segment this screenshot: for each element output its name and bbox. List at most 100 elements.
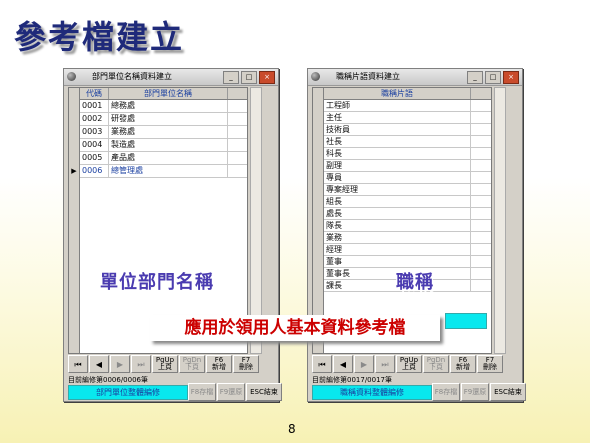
cell-title[interactable]: 工程師 [324, 100, 471, 111]
cell-code[interactable]: 0005 [80, 152, 109, 164]
job-title-label: 職稱 [396, 272, 434, 293]
cell-title[interactable]: 科長 [324, 148, 471, 159]
add-button[interactable]: F6 新增 [206, 355, 232, 373]
cell-title[interactable]: 董事 [324, 256, 471, 267]
data-grid[interactable]: 代碼 部門單位名稱 0001 總務處 0002 研發處 0003 業務處 0004 製造處 00… [68, 87, 248, 354]
minimize-button[interactable]: _ [467, 71, 483, 84]
maximize-button[interactable]: □ [241, 71, 257, 84]
cell-name[interactable]: 研發處 [109, 113, 228, 125]
teal-highlight-box [445, 313, 487, 329]
last-record-button[interactable]: ⏭ [131, 355, 151, 373]
table-row[interactable]: 處長 [324, 208, 491, 220]
cell-title[interactable]: 副理 [324, 160, 471, 171]
window-title: 職稱片語資料建立 [336, 72, 400, 81]
table-row[interactable]: 0002 研發處 [80, 113, 247, 126]
table-row[interactable]: 0003 業務處 [80, 126, 247, 139]
row-indicator-column [313, 88, 324, 353]
usage-banner-text: 應用於領用人基本資料參考檔 [184, 318, 406, 338]
exit-button[interactable]: ESC結束 [490, 383, 526, 401]
cell-name[interactable]: 業務處 [109, 126, 228, 138]
page-up-button[interactable]: PgUp 上頁 [396, 355, 422, 373]
table-row[interactable]: 社長 [324, 136, 491, 148]
prev-record-button[interactable]: ◀ [333, 355, 353, 373]
save-button[interactable]: F8存檔 [432, 383, 460, 401]
column-header-name[interactable]: 部門單位名稱 [109, 88, 228, 99]
cell-title[interactable]: 社長 [324, 136, 471, 147]
cell-title[interactable]: 處長 [324, 208, 471, 219]
vertical-scrollbar[interactable] [494, 87, 506, 354]
table-row[interactable]: 主任 [324, 112, 491, 124]
page-down-button[interactable]: PgDn 下頁 [423, 355, 449, 373]
cell-title[interactable]: 技術員 [324, 124, 471, 135]
table-row[interactable]: 經理 [324, 244, 491, 256]
table-row[interactable]: 專案經理 [324, 184, 491, 196]
table-row[interactable]: 0006 總管理處 [80, 165, 247, 178]
table-row[interactable]: 業務 [324, 232, 491, 244]
table-row[interactable]: 工程師 [324, 100, 491, 112]
cell-code[interactable]: 0003 [80, 126, 109, 138]
title-bar: 部門單位名稱資料建立 _ □ × [64, 69, 278, 86]
cell-code[interactable]: 0006 [80, 165, 109, 177]
cell-title[interactable]: 業務 [324, 232, 471, 243]
footer-label: 職稱資料整體編修 [312, 385, 432, 400]
navigation-bar: ⏮ ◀ ▶ ⏭ PgUp 上頁 PgDn 下頁 F6 新增 F7 刪除 [312, 355, 503, 373]
cell-name[interactable]: 產品處 [109, 152, 228, 164]
last-record-button[interactable]: ⏭ [375, 355, 395, 373]
table-row[interactable]: 組長 [324, 196, 491, 208]
delete-button[interactable]: F7 刪除 [477, 355, 503, 373]
page-number: 8 [288, 422, 296, 436]
department-window: 部門單位名稱資料建立 _ □ × 代碼 部門單位名稱 0001 總務處 0002 研發… [63, 68, 282, 402]
cell-title[interactable]: 隊長 [324, 220, 471, 231]
prev-record-button[interactable]: ◀ [89, 355, 109, 373]
next-record-button[interactable]: ▶ [110, 355, 130, 373]
undo-button[interactable]: F9還原 [461, 383, 489, 401]
first-record-button[interactable]: ⏮ [68, 355, 88, 373]
cell-code[interactable]: 0001 [80, 100, 109, 112]
add-button[interactable]: F6 新增 [450, 355, 476, 373]
exit-button[interactable]: ESC結束 [246, 383, 282, 401]
cell-title[interactable]: 經理 [324, 244, 471, 255]
navigation-bar: ⏮ ◀ ▶ ⏭ PgUp 上頁 PgDn 下頁 F6 新增 F7 刪除 [68, 355, 259, 373]
app-icon [67, 72, 76, 81]
cell-code[interactable]: 0004 [80, 139, 109, 151]
table-row[interactable]: 技術員 [324, 124, 491, 136]
grid-header: 職稱片語 [324, 88, 491, 100]
table-row[interactable]: 0005 產品處 [80, 152, 247, 165]
maximize-button[interactable]: □ [485, 71, 501, 84]
title-bar: 職稱片語資料建立 _ □ × [308, 69, 522, 86]
table-row[interactable]: 0004 製造處 [80, 139, 247, 152]
cell-name[interactable]: 製造處 [109, 139, 228, 151]
cell-name[interactable]: 總務處 [109, 100, 228, 112]
table-row[interactable]: 0001 總務處 [80, 100, 247, 113]
vertical-scrollbar[interactable] [250, 87, 262, 354]
cell-code[interactable]: 0002 [80, 113, 109, 125]
cell-title[interactable]: 專案經理 [324, 184, 471, 195]
cell-title[interactable]: 專員 [324, 172, 471, 183]
page-up-button[interactable]: PgUp 上頁 [152, 355, 178, 373]
table-row[interactable]: 科長 [324, 148, 491, 160]
cell-title[interactable]: 主任 [324, 112, 471, 123]
usage-banner: 應用於領用人基本資料參考檔 [150, 315, 440, 341]
delete-button[interactable]: F7 刪除 [233, 355, 259, 373]
first-record-button[interactable]: ⏮ [312, 355, 332, 373]
next-record-button[interactable]: ▶ [354, 355, 374, 373]
close-button[interactable]: × [503, 71, 519, 84]
action-buttons: F8存檔 F9還原 ESC結束 [432, 383, 526, 401]
minimize-button[interactable]: _ [223, 71, 239, 84]
table-row[interactable]: 董事 [324, 256, 491, 268]
save-button[interactable]: F8存檔 [188, 383, 216, 401]
column-header-code[interactable]: 代碼 [80, 88, 109, 99]
table-row[interactable]: 隊長 [324, 220, 491, 232]
table-row[interactable]: 專員 [324, 172, 491, 184]
column-header-title[interactable]: 職稱片語 [324, 88, 471, 99]
undo-button[interactable]: F9還原 [217, 383, 245, 401]
record-status: 目前編修第0006/0006筆 [68, 376, 148, 384]
close-button[interactable]: × [259, 71, 275, 84]
page-down-button[interactable]: PgDn 下頁 [179, 355, 205, 373]
table-row[interactable]: 副理 [324, 160, 491, 172]
action-buttons: F8存檔 F9還原 ESC結束 [188, 383, 282, 401]
cell-title[interactable]: 組長 [324, 196, 471, 207]
cell-name[interactable]: 總管理處 [109, 165, 228, 177]
window-title: 部門單位名稱資料建立 [92, 72, 172, 81]
record-status: 目前編修第0017/0017筆 [312, 376, 392, 384]
